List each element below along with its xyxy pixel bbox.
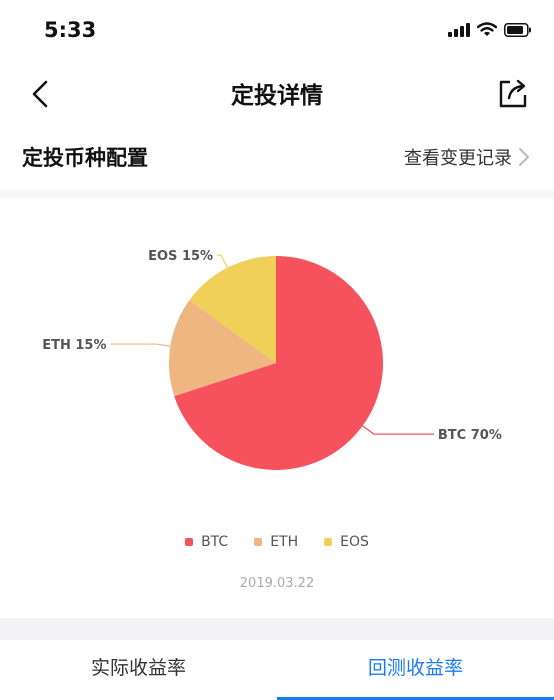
view-change-history-label: 查看变更记录 — [404, 148, 512, 169]
status-bar: 5:33 — [0, 0, 554, 62]
page-title: 定投详情 — [231, 83, 323, 109]
legend-item-eos[interactable]: EOS — [324, 534, 369, 550]
view-change-history-link[interactable]: 查看变更记录 — [404, 144, 530, 170]
section-header: 定投币种配置 查看变更记录 — [0, 126, 554, 192]
wifi-icon — [477, 22, 497, 36]
battery-icon — [504, 22, 531, 37]
legend-item-eth[interactable]: ETH — [254, 534, 298, 550]
pie-chart: BTC 70% ETH 15% EOS 15% — [42, 249, 502, 470]
tab-backtest-yield-label: 回测收益率 — [367, 657, 463, 679]
tab-actual-yield-label: 实际收益率 — [90, 657, 186, 679]
slice-label-eos: EOS 15% — [148, 249, 213, 264]
leader-line-btc — [362, 425, 434, 435]
share-icon — [499, 79, 527, 108]
status-icons — [448, 22, 532, 37]
tabs-divider — [0, 618, 554, 640]
legend-label-eth: ETH — [270, 534, 299, 550]
slice-label-btc: BTC 70% — [438, 428, 502, 443]
leader-line-eos — [217, 254, 228, 268]
pie-chart-card: BTC 70% ETH 15% EOS 15% BTC ETH EOS 2019.0… — [0, 198, 554, 618]
legend-swatch-eos — [324, 538, 333, 546]
legend-label-eos: EOS — [340, 534, 369, 550]
section-divider — [0, 190, 554, 198]
legend-swatch-btc — [185, 538, 194, 546]
chevron-right-icon — [519, 148, 529, 166]
legend-label-btc: BTC — [201, 534, 229, 550]
section-title: 定投币种配置 — [22, 146, 148, 170]
chart-date: 2019.03.22 — [239, 576, 315, 591]
yield-tabs: 实际收益率 回测收益率 — [0, 640, 554, 700]
tab-actual-yield[interactable]: 实际收益率 — [0, 640, 277, 700]
cellular-signal-icon — [448, 22, 470, 37]
legend-swatch-eth — [254, 538, 263, 546]
leader-line-eth — [110, 343, 171, 347]
share-button[interactable] — [494, 74, 532, 112]
nav-bar: 定投详情 — [0, 62, 554, 126]
tab-backtest-yield[interactable]: 回测收益率 — [277, 640, 554, 700]
legend-item-btc[interactable]: BTC — [185, 534, 228, 550]
slice-label-eth: ETH 15% — [42, 338, 106, 353]
status-time: 5:33 — [44, 18, 97, 42]
chart-legend: BTC ETH EOS — [0, 534, 554, 550]
